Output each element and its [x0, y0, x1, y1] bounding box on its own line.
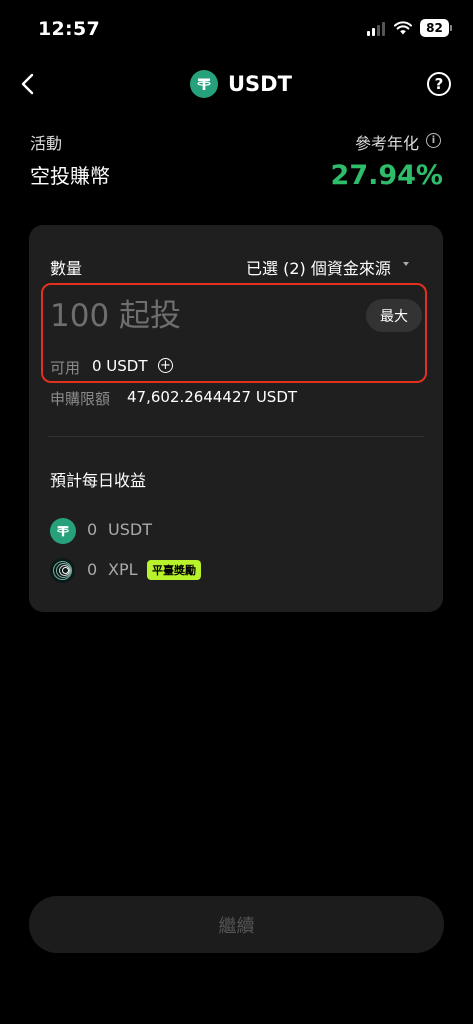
tether-icon	[50, 518, 76, 544]
apr-value: 27.94%	[330, 160, 443, 191]
cellular-signal-icon	[367, 22, 385, 36]
available-value: 0 USDT	[92, 357, 148, 375]
amount-label: 數量	[50, 259, 83, 278]
page-title: USDT	[228, 72, 292, 96]
add-funds-plus-icon[interactable]: +	[158, 358, 173, 373]
amount-input[interactable]	[50, 293, 350, 339]
divider	[48, 436, 424, 437]
battery-indicator: 82	[420, 19, 449, 37]
activity-label: 活動	[30, 134, 63, 153]
info-icon[interactable]: i	[426, 133, 441, 148]
battery-tip	[450, 25, 452, 31]
apr-label: 參考年化	[355, 134, 420, 153]
limit-value: 47,602.2644427 USDT	[127, 388, 298, 406]
max-button[interactable]: 最大	[366, 299, 422, 332]
continue-button[interactable]: 繼續	[29, 896, 444, 953]
status-time: 12:57	[38, 18, 100, 40]
estimate-symbol: USDT	[108, 520, 152, 539]
available-label: 可用	[50, 359, 81, 377]
estimate-amount: 0	[87, 560, 98, 579]
limit-label: 申購限額	[50, 390, 111, 408]
back-chevron-icon[interactable]	[18, 72, 38, 96]
platform-reward-badge: 平臺獎勵	[147, 560, 201, 580]
activity-value: 空投賺幣	[30, 164, 110, 188]
fund-source-selector[interactable]: 已選 (2) 個資金來源	[246, 255, 391, 279]
tether-icon	[190, 70, 218, 98]
caret-down-icon[interactable]	[403, 262, 409, 266]
help-icon[interactable]: ?	[427, 72, 451, 96]
estimate-amount: 0	[87, 520, 98, 539]
estimate-label: 預計每日收益	[50, 471, 147, 490]
estimate-symbol: XPL	[108, 560, 138, 579]
wifi-icon	[394, 21, 412, 35]
xpl-icon	[50, 558, 75, 583]
